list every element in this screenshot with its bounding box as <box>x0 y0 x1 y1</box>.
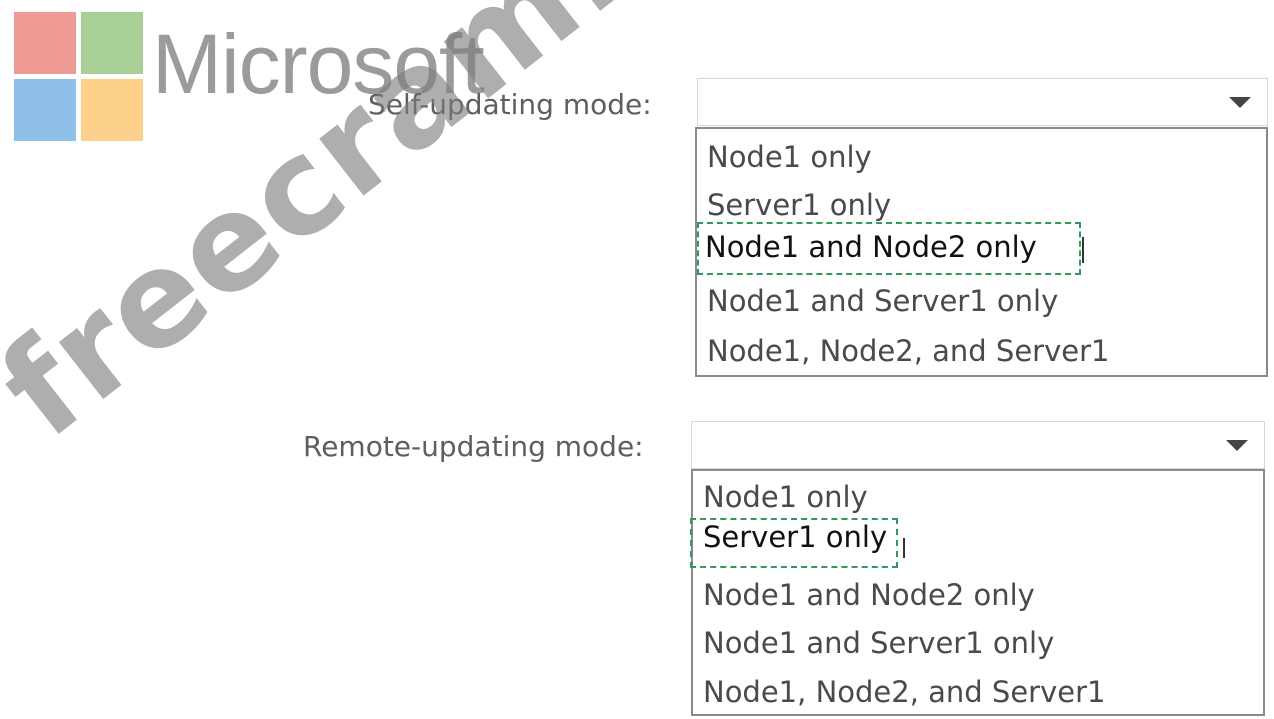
remote-option-node1-and-node2-only[interactable]: Node1 and Node2 only <box>703 581 1035 610</box>
text-cursor <box>903 538 905 558</box>
logo-square-blue <box>14 79 76 141</box>
logo-square-yellow <box>81 79 143 141</box>
logo-square-red <box>14 12 76 74</box>
microsoft-logo-icon <box>14 12 144 142</box>
self-option-server1-only[interactable]: Server1 only <box>707 191 891 220</box>
self-option-node1-and-server1-only[interactable]: Node1 and Server1 only <box>707 287 1058 316</box>
remote-option-node1-and-server1-only[interactable]: Node1 and Server1 only <box>703 629 1054 658</box>
self-option-node1-node2-and-server1[interactable]: Node1, Node2, and Server1 <box>707 337 1109 366</box>
remote-option-node1-node2-and-server1[interactable]: Node1, Node2, and Server1 <box>703 678 1105 707</box>
chevron-down-icon[interactable] <box>1226 440 1248 451</box>
text-cursor <box>1082 237 1084 263</box>
self-selected-highlight <box>697 222 1081 275</box>
remote-option-node1-only[interactable]: Node1 only <box>703 483 868 512</box>
remote-updating-options-list: Node1 only Server1 only Node1 and Node2 … <box>691 469 1265 716</box>
self-updating-label: Self-updating mode: <box>368 88 652 121</box>
remote-updating-label: Remote-updating mode: <box>303 430 644 463</box>
self-updating-dropdown[interactable] <box>697 78 1268 126</box>
logo-square-green <box>81 12 143 74</box>
remote-selected-highlight <box>690 518 898 568</box>
self-option-node1-only[interactable]: Node1 only <box>707 143 872 172</box>
chevron-down-icon[interactable] <box>1229 97 1251 108</box>
remote-updating-dropdown[interactable] <box>691 421 1265 469</box>
